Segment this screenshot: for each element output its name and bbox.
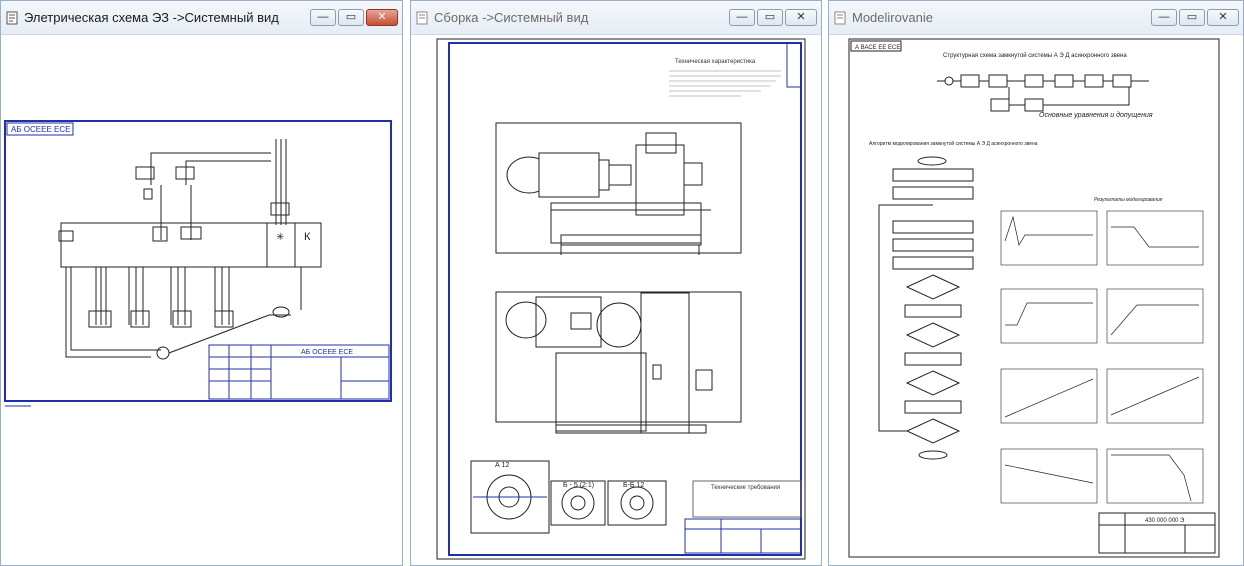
close-button[interactable]: ✕ bbox=[785, 9, 817, 26]
sheet-stamp: А ВАСЕ ЕЕ ЕСЕ bbox=[855, 45, 900, 51]
maximize-button[interactable]: ▭ bbox=[1179, 9, 1205, 26]
section-label-a: А 12 bbox=[495, 462, 510, 469]
close-button[interactable]: ✕ bbox=[1207, 9, 1239, 26]
section-label-b: Б - 5 (2:1) bbox=[563, 482, 594, 489]
close-button[interactable]: ✕ bbox=[366, 9, 398, 26]
drawing-canvas[interactable]: А ВАСЕ ЕЕ ЕСЕ Структурная схема замкнуто… bbox=[829, 35, 1243, 565]
contactor-label: К bbox=[304, 231, 311, 243]
title-block-code: 430 000 000 Э bbox=[1145, 518, 1185, 524]
assembly-drawing: Техническая характеристика А 12 Б - 5 (2… bbox=[436, 38, 806, 560]
electrical-drawing: АБ ОСЕЕЕ ЕСЕ К ✳ АБ ОСЕЕЕ ЕСЕ bbox=[4, 120, 392, 407]
sheet-stamp: АБ ОСЕЕЕ ЕСЕ bbox=[11, 125, 71, 134]
document-icon bbox=[6, 11, 18, 24]
window-assembly[interactable]: Сборка ->Системный вид — ▭ ✕ Техническая… bbox=[410, 0, 822, 566]
titlebar[interactable]: Элетрическая схема ЭЗ ->Системный вид — … bbox=[1, 1, 402, 35]
minimize-button[interactable]: — bbox=[1151, 9, 1177, 26]
drawing-canvas[interactable]: АБ ОСЕЕЕ ЕСЕ К ✳ АБ ОСЕЕЕ ЕСЕ bbox=[1, 35, 402, 565]
window-title: Элетрическая схема ЭЗ ->Системный вид bbox=[24, 10, 279, 25]
window-electrical-scheme[interactable]: Элетрическая схема ЭЗ ->Системный вид — … bbox=[0, 0, 403, 566]
section-label-bb: Б-Б 12 bbox=[623, 482, 644, 489]
drawing-canvas[interactable]: Техническая характеристика А 12 Б - 5 (2… bbox=[411, 35, 821, 565]
results-title: Результаты моделирования bbox=[1094, 197, 1163, 203]
document-icon bbox=[416, 11, 428, 24]
equations-title: Основные уравнения и допущения bbox=[1039, 111, 1153, 119]
maximize-button[interactable]: ▭ bbox=[338, 9, 364, 26]
maximize-button[interactable]: ▭ bbox=[757, 9, 783, 26]
minimize-button[interactable]: — bbox=[729, 9, 755, 26]
titlebar[interactable]: Сборка ->Системный вид — ▭ ✕ bbox=[411, 1, 821, 35]
structure-caption: Структурная схема замкнутой системы А Э … bbox=[943, 52, 1127, 59]
window-title: Сборка ->Системный вид bbox=[434, 10, 589, 25]
block-star-mark: ✳ bbox=[276, 232, 284, 243]
notes-title: Техническая характеристика bbox=[675, 59, 756, 65]
minimize-button[interactable]: — bbox=[310, 9, 336, 26]
title-block-code: АБ ОСЕЕЕ ЕСЕ bbox=[301, 349, 353, 356]
document-icon bbox=[834, 11, 846, 24]
modeling-drawing: А ВАСЕ ЕЕ ЕСЕ Структурная схема замкнуто… bbox=[848, 38, 1220, 558]
window-modelirovanie[interactable]: Modelirovanie — ▭ ✕ А ВАСЕ ЕЕ ЕСЕ Структ… bbox=[828, 0, 1244, 566]
window-title: Modelirovanie bbox=[852, 10, 933, 25]
titlebar[interactable]: Modelirovanie — ▭ ✕ bbox=[829, 1, 1243, 35]
algorithm-title: Алгоритм моделирования замкнутой системы… bbox=[869, 140, 1038, 147]
tech-requirements-title: Технические требования bbox=[711, 485, 780, 491]
